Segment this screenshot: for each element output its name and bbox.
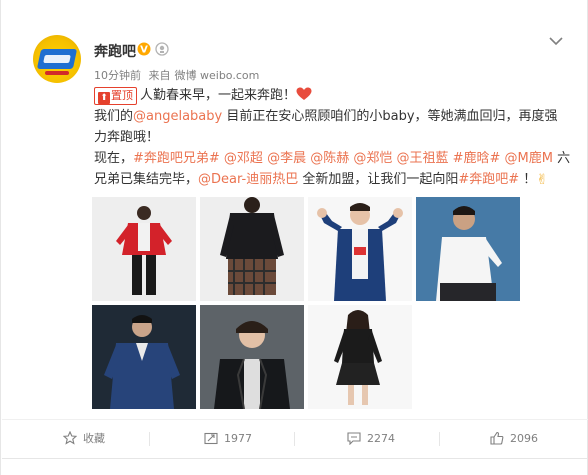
content-text-5a: 兄弟已集结完毕， — [94, 172, 199, 187]
member-icon[interactable] — [155, 42, 169, 56]
weibo-post-card: 奔跑吧 V 10分钟前 来自 微博 weibo.com ⬆ 置顶 人勤春来早，一起来奔… — [0, 0, 588, 475]
content-text-5b: 全新加盟，让我们一起向阳 — [298, 172, 459, 187]
post-content: ⬆ 置顶 人勤春来早，一起来奔跑！ 我们的@angelababy 目前正在安心照顾咱… — [94, 85, 572, 191]
photo-blue-suit[interactable] — [92, 305, 196, 409]
victory-hand-emoji: ✌ — [536, 172, 549, 188]
action-separator — [439, 432, 440, 446]
mention-angelababy[interactable]: @angelababy — [133, 109, 222, 124]
photo-leather-jacket-figure — [200, 305, 304, 409]
photo-leather-jacket[interactable] — [200, 305, 304, 409]
favorite-label: 收藏 — [83, 432, 105, 445]
content-text-3: 力奔跑哦！ — [94, 130, 160, 145]
action-divider — [2, 419, 588, 420]
content-text-2b: 目前正在安心照顾咱们的小baby，等她满血回归，再度强 — [222, 109, 558, 124]
content-line-4: 现在，#奔跑吧兄弟# @邓超 @李晨 @陈赫 @郑恺 @王祖藍 #鹿晗# @M鹿… — [94, 148, 572, 169]
photo-white-shirt-figure — [416, 197, 520, 301]
post-source[interactable]: 微博 weibo.com — [175, 69, 260, 82]
photo-black-dress[interactable] — [308, 305, 412, 409]
thumbs-up-icon — [490, 431, 504, 445]
action-separator — [149, 432, 150, 446]
content-line-5: 兄弟已集结完毕，@Dear-迪丽热巴 全新加盟，让我们一起向阳#奔跑吧# ！✌ — [94, 169, 572, 191]
like-button[interactable]: 2096 — [490, 430, 538, 448]
photo-black-sweater-plaid[interactable] — [200, 197, 304, 301]
photo-blue-jacket-figure — [317, 203, 403, 301]
verified-badge-icon: V — [137, 42, 151, 56]
source-prefix: 来自 — [148, 69, 171, 82]
pin-label: 置顶 — [111, 88, 133, 102]
photo-white-shirt[interactable] — [416, 197, 520, 301]
photo-black-sweater-figure — [220, 197, 284, 295]
photo-blue-jacket-hands[interactable] — [308, 197, 412, 301]
chevron-down-icon[interactable] — [549, 36, 563, 46]
heart-emoji — [296, 87, 312, 100]
post-time[interactable]: 10分钟前 — [94, 69, 141, 82]
avatar-logo — [36, 49, 78, 69]
pin-icon: ⬆ — [98, 91, 110, 104]
content-text-1: 人勤春来早，一起来奔跑！ — [140, 88, 297, 103]
like-count: 2096 — [510, 432, 538, 445]
action-separator — [294, 432, 295, 446]
avatar-stripe — [45, 71, 69, 75]
photo-red-jacket-figure — [116, 206, 172, 295]
svg-text:V: V — [140, 45, 148, 56]
content-line-2: 我们的@angelababy 目前正在安心照顾咱们的小baby，等她满血回归，再… — [94, 106, 572, 127]
photo-black-dress-figure — [334, 310, 382, 405]
avatar[interactable] — [33, 35, 81, 83]
content-text-4b: 六 — [552, 151, 571, 166]
comment-icon — [347, 432, 361, 446]
hashtag-mention-links[interactable]: #奔跑吧兄弟# @邓超 @李晨 @陈赫 @郑恺 @王祖藍 #鹿晗# @M鹿M — [133, 151, 553, 166]
post-meta: 10分钟前 来自 微博 weibo.com — [94, 67, 263, 83]
comment-button[interactable]: 2274 — [347, 430, 395, 448]
username[interactable]: 奔跑吧 — [94, 41, 136, 61]
action-bar: 收藏 1977 2274 2096 — [1, 426, 588, 452]
content-line-3: 力奔跑哦！ — [94, 127, 572, 148]
content-text-4a: 现在， — [94, 151, 134, 166]
repost-count: 1977 — [224, 432, 252, 445]
mention-dilireba[interactable]: @Dear-迪丽热巴 — [198, 172, 298, 187]
hashtag-run[interactable]: #奔跑吧# — [458, 172, 519, 187]
repost-button[interactable]: 1977 — [204, 430, 252, 448]
repost-icon — [204, 432, 218, 445]
content-text-2a: 我们的 — [94, 109, 134, 124]
favorite-button[interactable]: 收藏 — [62, 430, 105, 448]
photo-blue-suit-figure — [92, 305, 196, 409]
bottom-border — [2, 458, 588, 459]
star-icon — [62, 430, 78, 445]
pin-badge: ⬆ 置顶 — [94, 86, 137, 105]
comment-count: 2274 — [367, 432, 395, 445]
content-line-1: ⬆ 置顶 人勤春来早，一起来奔跑！ — [94, 85, 572, 106]
content-text-5c: ！ — [519, 172, 537, 187]
photo-red-jacket[interactable] — [92, 197, 196, 301]
